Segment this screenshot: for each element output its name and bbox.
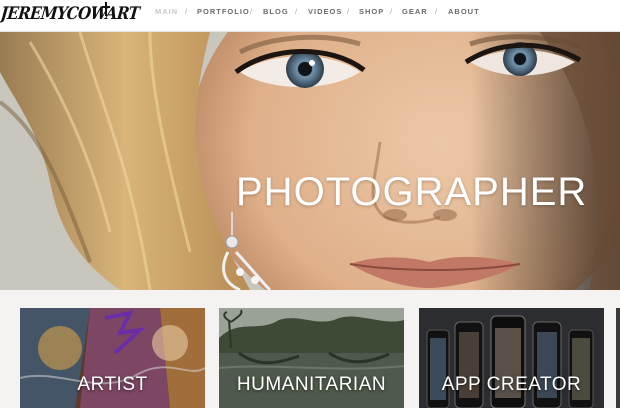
nav-separator: /	[347, 7, 351, 16]
nav-separator: /	[295, 7, 299, 16]
nav-separator: /	[185, 7, 189, 16]
card-label-humanitarian: HUMANITARIAN	[236, 374, 387, 395]
nav-item-videos[interactable]: VIDEOS	[308, 7, 342, 16]
card-label-artist: ARTIST	[77, 374, 148, 395]
category-cards: ARTIST HUMANITARIAN APP CREATOR	[0, 290, 620, 408]
nav-item-portfolio[interactable]: PORTFOLIO	[197, 7, 250, 16]
hero-portrait-photo	[0, 32, 620, 290]
card-label-app-creator: APP CREATOR	[441, 374, 582, 395]
card-artist[interactable]: ARTIST	[20, 308, 205, 408]
nav-separator: /	[390, 7, 394, 16]
card-app-creator[interactable]: APP CREATOR	[419, 308, 604, 408]
nav-item-blog[interactable]: BLOG	[263, 7, 289, 16]
nav-separator: /	[250, 7, 254, 16]
site-header: JEREMYCOWART MAIN / PORTFOLIO / BLOG / V…	[0, 0, 620, 32]
card-partial-edge	[616, 308, 620, 408]
nav-item-shop[interactable]: SHOP	[359, 7, 384, 16]
nav-separator: /	[435, 7, 439, 16]
nav-item-main[interactable]: MAIN	[155, 7, 178, 16]
main-nav: MAIN / PORTFOLIO / BLOG / VIDEOS / SHOP …	[0, 0, 620, 24]
nav-item-gear[interactable]: GEAR	[402, 7, 428, 16]
hero-title: PHOTOGRAPHER	[236, 170, 588, 214]
nav-item-about[interactable]: ABOUT	[448, 7, 480, 16]
hero-banner[interactable]: PHOTOGRAPHER	[0, 32, 620, 290]
card-humanitarian[interactable]: HUMANITARIAN	[219, 308, 404, 408]
